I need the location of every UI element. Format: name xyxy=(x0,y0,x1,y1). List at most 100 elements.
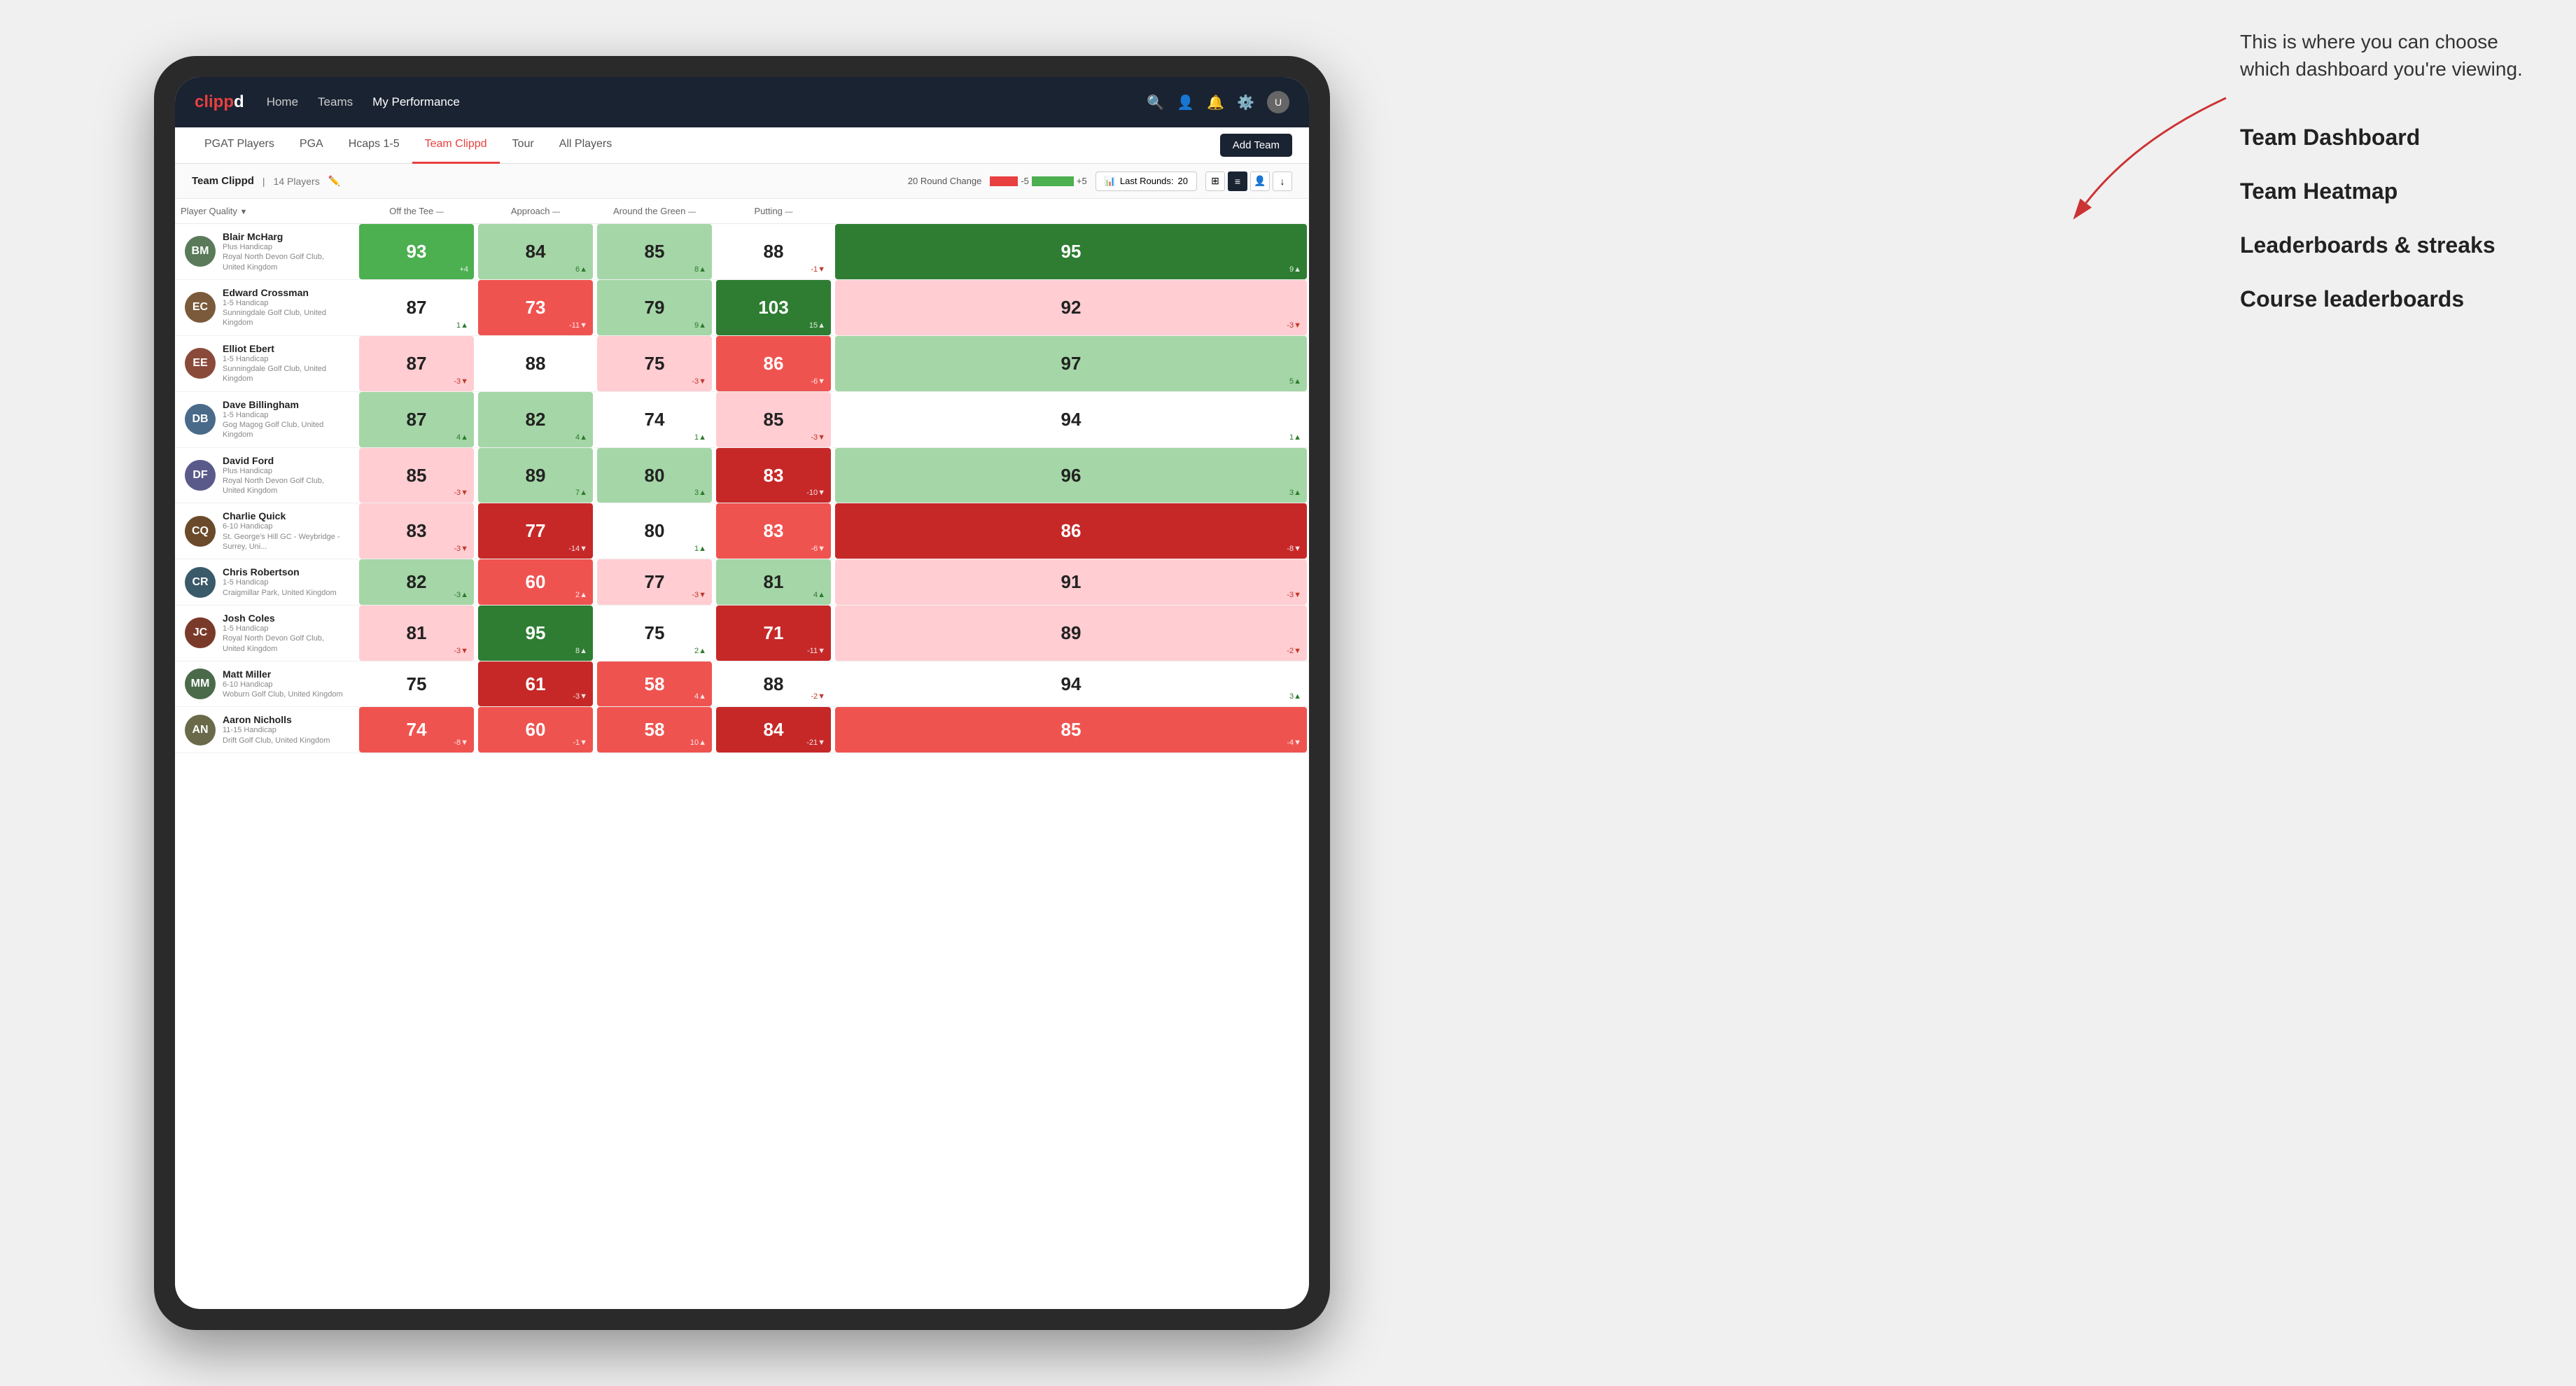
table-row: CR Chris Robertson 1-5 Handicap Craigmil… xyxy=(175,559,1309,606)
sort-icon[interactable]: ▼ xyxy=(240,208,248,216)
settings-icon[interactable]: ⚙️ xyxy=(1237,94,1254,111)
tab-team-clippd[interactable]: Team Clippd xyxy=(412,127,500,164)
score-change: -3▼ xyxy=(1287,591,1301,599)
player-cell[interactable]: CR Chris Robertson 1-5 Handicap Craigmil… xyxy=(175,559,357,606)
player-cell[interactable]: MM Matt Miller 6-10 Handicap Woburn Golf… xyxy=(175,661,357,707)
tab-tour[interactable]: Tour xyxy=(500,127,547,164)
player-cell[interactable]: JC Josh Coles 1-5 Handicap Royal North D… xyxy=(175,605,357,661)
score-number: 74 xyxy=(407,719,427,741)
round-change-bar: -5 +5 xyxy=(990,176,1086,186)
player-avatar: JC xyxy=(185,617,216,648)
player-club: Royal North Devon Golf Club, United King… xyxy=(223,252,347,272)
score-change: 4▲ xyxy=(456,433,468,442)
score-inner: 58 4▲ xyxy=(597,662,712,707)
score-inner: 85 -3▼ xyxy=(716,392,831,447)
score-change: 1▲ xyxy=(694,545,706,553)
score-change: 2▲ xyxy=(694,647,706,655)
player-cell[interactable]: DF David Ford Plus Handicap Royal North … xyxy=(175,447,357,503)
bar-red xyxy=(990,176,1018,186)
score-cell-around_green: 84 -21▼ xyxy=(714,707,833,753)
nav-icons: 🔍 👤 🔔 ⚙️ U xyxy=(1147,91,1289,113)
score-cell-putting: 97 5▲ xyxy=(833,335,1309,391)
view-toggle: ⊞ ≡ 👤 ↓ xyxy=(1205,172,1292,191)
team-player-count: 14 Players xyxy=(274,176,320,187)
score-cell-player_quality: 87 1▲ xyxy=(357,279,476,335)
player-cell[interactable]: DB Dave Billingham 1-5 Handicap Gog Mago… xyxy=(175,391,357,447)
score-number: 71 xyxy=(764,622,784,644)
view-person-btn[interactable]: 👤 xyxy=(1250,172,1270,191)
score-inner: 83 -6▼ xyxy=(716,503,831,559)
score-change: 8▲ xyxy=(575,647,587,655)
score-change: -1▼ xyxy=(573,738,587,747)
score-change: 3▲ xyxy=(1289,489,1301,497)
player-info: Charlie Quick 6-10 Handicap St. George's… xyxy=(223,510,347,552)
ipad-screen: clippd Home Teams My Performance 🔍 👤 🔔 ⚙… xyxy=(175,77,1309,1309)
score-number: 96 xyxy=(1061,465,1082,486)
score-change: -14▼ xyxy=(568,545,587,553)
tab-all-players[interactable]: All Players xyxy=(547,127,625,164)
player-cell[interactable]: EC Edward Crossman 1-5 Handicap Sunningd… xyxy=(175,279,357,335)
score-number: 58 xyxy=(645,673,665,695)
player-cell[interactable]: EE Elliot Ebert 1-5 Handicap Sunningdale… xyxy=(175,335,357,391)
score-inner: 82 -3▲ xyxy=(359,559,474,605)
score-inner: 87 -3▼ xyxy=(359,336,474,391)
view-download-btn[interactable]: ↓ xyxy=(1273,172,1292,191)
score-inner: 61 -3▼ xyxy=(478,662,593,707)
table-row: AN Aaron Nicholls 11-15 Handicap Drift G… xyxy=(175,707,1309,753)
tab-pga[interactable]: PGA xyxy=(287,127,336,164)
player-cell[interactable]: AN Aaron Nicholls 11-15 Handicap Drift G… xyxy=(175,707,357,753)
tab-hcaps[interactable]: Hcaps 1-5 xyxy=(336,127,412,164)
nav-teams[interactable]: Teams xyxy=(318,95,353,109)
search-icon[interactable]: 🔍 xyxy=(1147,94,1164,111)
last-rounds-button[interactable]: 📊 Last Rounds: 20 xyxy=(1096,172,1197,191)
score-cell-off_tee: 60 -1▼ xyxy=(476,707,595,753)
last-rounds-label: Last Rounds: xyxy=(1120,176,1174,186)
score-number: 73 xyxy=(526,297,546,318)
score-change: -11▼ xyxy=(569,321,587,330)
score-inner: 85 8▲ xyxy=(597,224,712,279)
score-inner: 77 -3▼ xyxy=(597,559,712,605)
player-info: Aaron Nicholls 11-15 Handicap Drift Golf… xyxy=(223,714,330,746)
nav-my-performance[interactable]: My Performance xyxy=(372,95,460,109)
user-icon[interactable]: 👤 xyxy=(1177,94,1194,111)
avatar[interactable]: U xyxy=(1267,91,1289,113)
table-row: DF David Ford Plus Handicap Royal North … xyxy=(175,447,1309,503)
score-change: 9▲ xyxy=(1289,265,1301,274)
score-number: 75 xyxy=(407,673,427,695)
score-cell-around_green: 88 -2▼ xyxy=(714,661,833,707)
player-name: Chris Robertson xyxy=(223,566,337,578)
player-handicap: 1-5 Handicap xyxy=(223,410,347,420)
player-info: Josh Coles 1-5 Handicap Royal North Devo… xyxy=(223,612,347,654)
edit-icon[interactable]: ✏️ xyxy=(328,175,340,187)
score-number: 88 xyxy=(526,353,546,374)
player-cell[interactable]: CQ Charlie Quick 6-10 Handicap St. Georg… xyxy=(175,503,357,559)
score-inner: 80 1▲ xyxy=(597,503,712,559)
score-number: 86 xyxy=(764,353,784,374)
score-cell-around_green: 85 -3▼ xyxy=(714,391,833,447)
score-change: -3▼ xyxy=(692,377,706,386)
last-rounds-icon: 📊 xyxy=(1105,176,1116,187)
score-number: 60 xyxy=(526,571,546,593)
score-cell-off_tee: 88 xyxy=(476,335,595,391)
bell-icon[interactable]: 🔔 xyxy=(1207,94,1224,111)
score-cell-player_quality: 81 -3▼ xyxy=(357,605,476,661)
score-cell-putting: 91 -3▼ xyxy=(833,559,1309,606)
top-nav: clippd Home Teams My Performance 🔍 👤 🔔 ⚙… xyxy=(175,77,1309,127)
player-name: Charlie Quick xyxy=(223,510,347,522)
score-cell-off_tee: 77 -14▼ xyxy=(476,503,595,559)
tab-pgat-players[interactable]: PGAT Players xyxy=(192,127,287,164)
score-inner: 88 -2▼ xyxy=(716,662,831,707)
player-name: Matt Miller xyxy=(223,668,343,680)
player-avatar: AN xyxy=(185,715,216,746)
player-cell[interactable]: BM Blair McHarg Plus Handicap Royal Nort… xyxy=(175,224,357,280)
add-team-button[interactable]: Add Team xyxy=(1220,134,1292,157)
view-grid-btn[interactable]: ⊞ xyxy=(1205,172,1225,191)
sort-putting-icon: — xyxy=(785,208,793,216)
nav-home[interactable]: Home xyxy=(267,95,298,109)
player-name: David Ford xyxy=(223,455,347,466)
view-table-btn[interactable]: ≡ xyxy=(1228,172,1247,191)
player-name: Blair McHarg xyxy=(223,231,347,242)
score-cell-approach: 58 4▲ xyxy=(595,661,714,707)
score-cell-approach: 75 -3▼ xyxy=(595,335,714,391)
sub-nav: PGAT Players PGA Hcaps 1-5 Team Clippd T… xyxy=(175,127,1309,164)
